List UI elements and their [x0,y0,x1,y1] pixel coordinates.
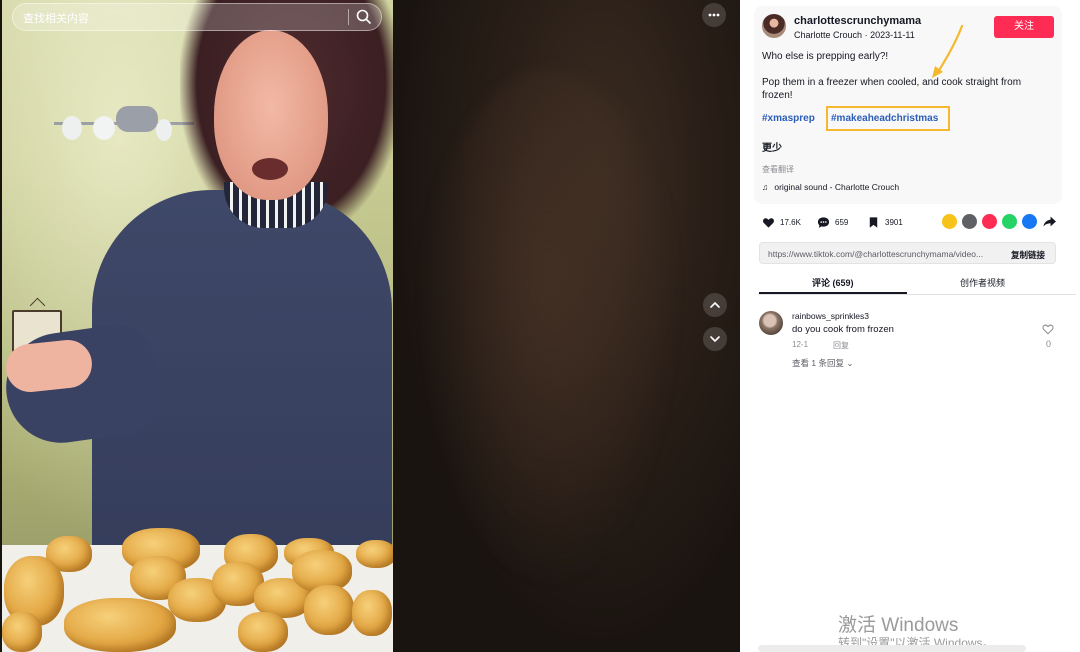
bookmark-icon [869,216,878,228]
like-count: 17.6K [780,217,801,227]
author-username[interactable]: charlottescrunchymama [794,15,921,27]
chevron-up-icon [710,302,720,308]
side-panel: charlottescrunchymama Charlotte Crouch ·… [740,0,1080,652]
comment-bubble-icon [817,216,830,228]
roast-potato [356,540,393,568]
active-tab-indicator [759,292,907,294]
follow-button[interactable]: 关注 [994,16,1054,38]
search-placeholder: 查找相关内容 [23,13,89,25]
author-display-name: Charlotte Crouch [794,30,863,40]
share-whatsapp-icon[interactable] [1002,214,1017,229]
engagement-stats: 17.6K 659 3901 [762,213,1062,233]
heart-icon [763,217,774,228]
video-player[interactable]: 查找相关内容 [0,0,740,652]
roast-potato [352,590,392,636]
view-replies-label: 查看 1 条回复 [792,358,844,368]
comment-count: 659 [835,217,849,227]
video-link-url: https://www.tiktok.com/@charlottescrunch… [768,249,984,259]
author-subline: Charlotte Crouch · 2023-11-11 [794,30,915,40]
share-embed-icon[interactable] [962,214,977,229]
translate-link[interactable]: 查看翻译 [762,164,794,175]
roast-potato [64,598,176,652]
search-input[interactable]: 查找相关内容 [12,3,382,31]
comment-input-strip[interactable] [758,645,1026,652]
highlight-box [826,106,950,131]
hashtag-link[interactable]: #xmasprep [762,113,815,124]
share-send-icon[interactable] [982,214,997,229]
roast-potato [238,612,288,652]
chevron-down-icon [710,336,720,342]
search-icon[interactable] [355,8,373,26]
video-info-card: charlottescrunchymama Charlotte Crouch ·… [754,6,1062,204]
save-count: 3901 [885,217,903,227]
comment-like-count: 0 [1046,339,1052,349]
tab-comments[interactable]: 评论 (659) [812,276,854,289]
post-date: 2023-11-11 [870,30,915,40]
comment-like-icon[interactable] [1042,323,1054,335]
copy-link-button[interactable]: 复制链接 [1011,249,1045,261]
save-button[interactable]: 3901 [867,213,903,231]
reply-button[interactable]: 回复 [833,340,849,351]
comment-text: do you cook from frozen [792,324,894,335]
comment-tabs: 评论 (659) 创作者视频 [758,272,1076,295]
share-facebook-icon[interactable] [1022,214,1037,229]
share-arrow-icon[interactable] [1042,214,1057,229]
roast-potato [2,612,42,652]
search-divider [348,9,349,25]
previous-video-button[interactable] [703,293,727,317]
music-link[interactable]: ♫ original sound - Charlotte Crouch [762,182,899,192]
roast-potato [304,585,354,635]
comment-date: 12-1 [792,340,809,349]
next-video-blur [420,70,680,590]
wall-lamp-image [54,106,194,141]
share-coin-icon[interactable] [942,214,957,229]
windows-activation-title: 激活 Windows [838,615,959,636]
more-options-button[interactable] [702,3,726,27]
person-mouth [252,158,288,180]
music-title: original sound - Charlotte Crouch [774,182,900,192]
video-frame[interactable] [2,0,393,652]
show-less-button[interactable]: 更少 [762,139,782,154]
author-avatar[interactable] [762,14,786,38]
commenter-username[interactable]: rainbows_sprinkles3 [792,311,869,321]
like-button[interactable]: 17.6K [762,213,801,231]
more-horizontal-icon [708,13,720,17]
video-link-field[interactable]: https://www.tiktok.com/@charlottescrunch… [759,242,1056,264]
music-note-icon: ♫ [762,182,769,192]
comment-button[interactable]: 659 [817,213,848,231]
commenter-avatar[interactable] [759,311,783,335]
tab-creator-videos[interactable]: 创作者视频 [960,276,1005,289]
next-video-button[interactable] [703,327,727,351]
description-line-2: Pop them in a freezer when cooled, and c… [762,77,1022,101]
description-line-1: Who else is prepping early?! [762,51,889,62]
chevron-down-icon: ⌄ [846,358,854,368]
annotation-arrow-icon [932,24,964,78]
view-replies-button[interactable]: 查看 1 条回复 ⌄ [792,357,853,369]
